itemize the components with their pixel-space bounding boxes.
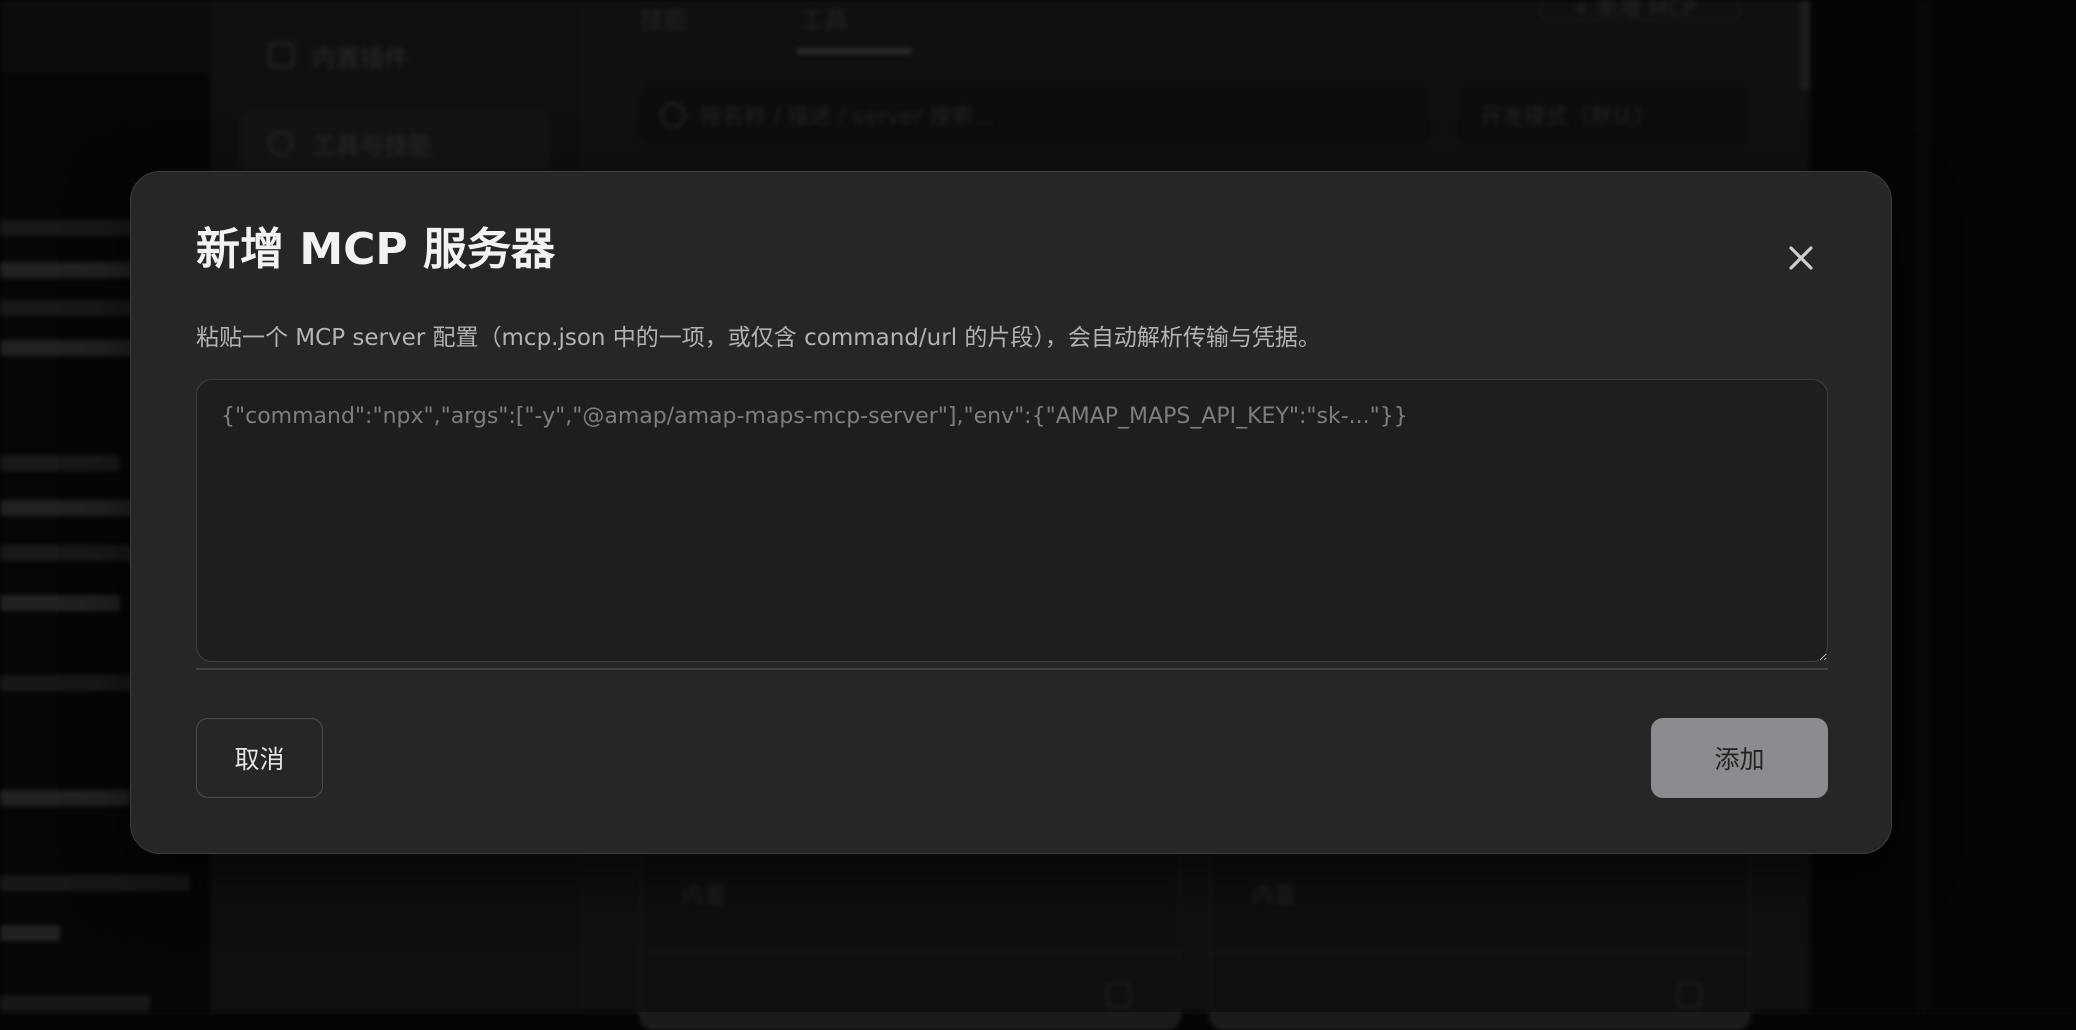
close-icon [1785,242,1817,274]
dialog-title: 新增 MCP 服务器 [196,228,555,272]
mcp-config-input[interactable] [196,379,1828,662]
add-button[interactable]: 添加 [1651,718,1828,798]
cancel-button[interactable]: 取消 [196,718,323,798]
footer-divider [196,668,1828,670]
close-button[interactable] [1785,242,1817,274]
dialog-description: 粘贴一个 MCP server 配置（mcp.json 中的一项，或仅含 com… [196,324,1321,354]
add-mcp-server-dialog: 新增 MCP 服务器 粘贴一个 MCP server 配置（mcp.json 中… [130,171,1892,854]
